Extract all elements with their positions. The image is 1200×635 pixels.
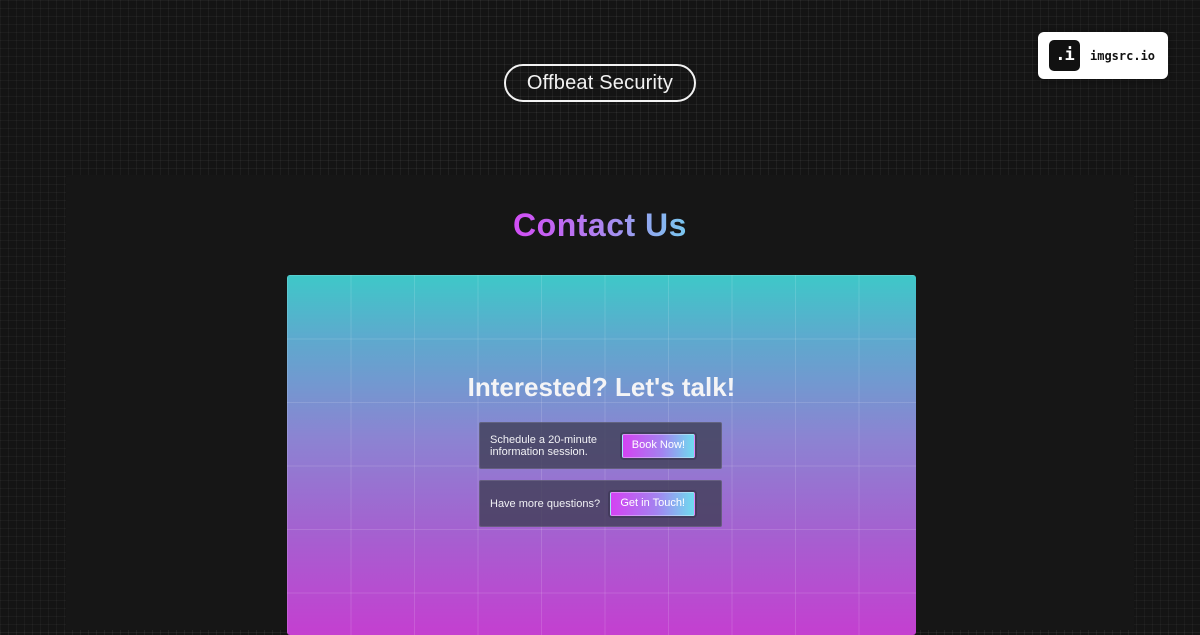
booking-card: Schedule a 20-minute information session… (479, 422, 722, 469)
site-name-label: Offbeat Security (526, 72, 674, 94)
site-name-pill[interactable]: Offbeat Security (504, 64, 696, 102)
page-title-text: Contact Us (513, 207, 687, 243)
questions-card-text: Have more questions? (490, 497, 601, 510)
preview-title: Interested? Let's talk! (467, 372, 736, 402)
booking-card-text-line1: Schedule a 20-minute (490, 433, 598, 446)
brand-name-label: imgsrc.io (1090, 48, 1156, 63)
get-in-touch-button[interactable]: Get in Touch! (610, 491, 695, 516)
contact-preview-image: Interested? Let's talk! Schedule a 20-mi… (287, 275, 916, 635)
page-title: Contact Us (0, 205, 1200, 245)
questions-card: Have more questions? Get in Touch! (479, 480, 722, 527)
imgsrc-brand-badge[interactable]: .i imgsrc.io (1038, 32, 1168, 79)
booking-card-text: Schedule a 20-minute information session… (490, 434, 597, 458)
imgsrc-logo-icon: .i (1049, 40, 1080, 71)
book-now-button[interactable]: Book Now! (621, 433, 695, 458)
booking-card-text-line2: information session. (490, 445, 588, 458)
